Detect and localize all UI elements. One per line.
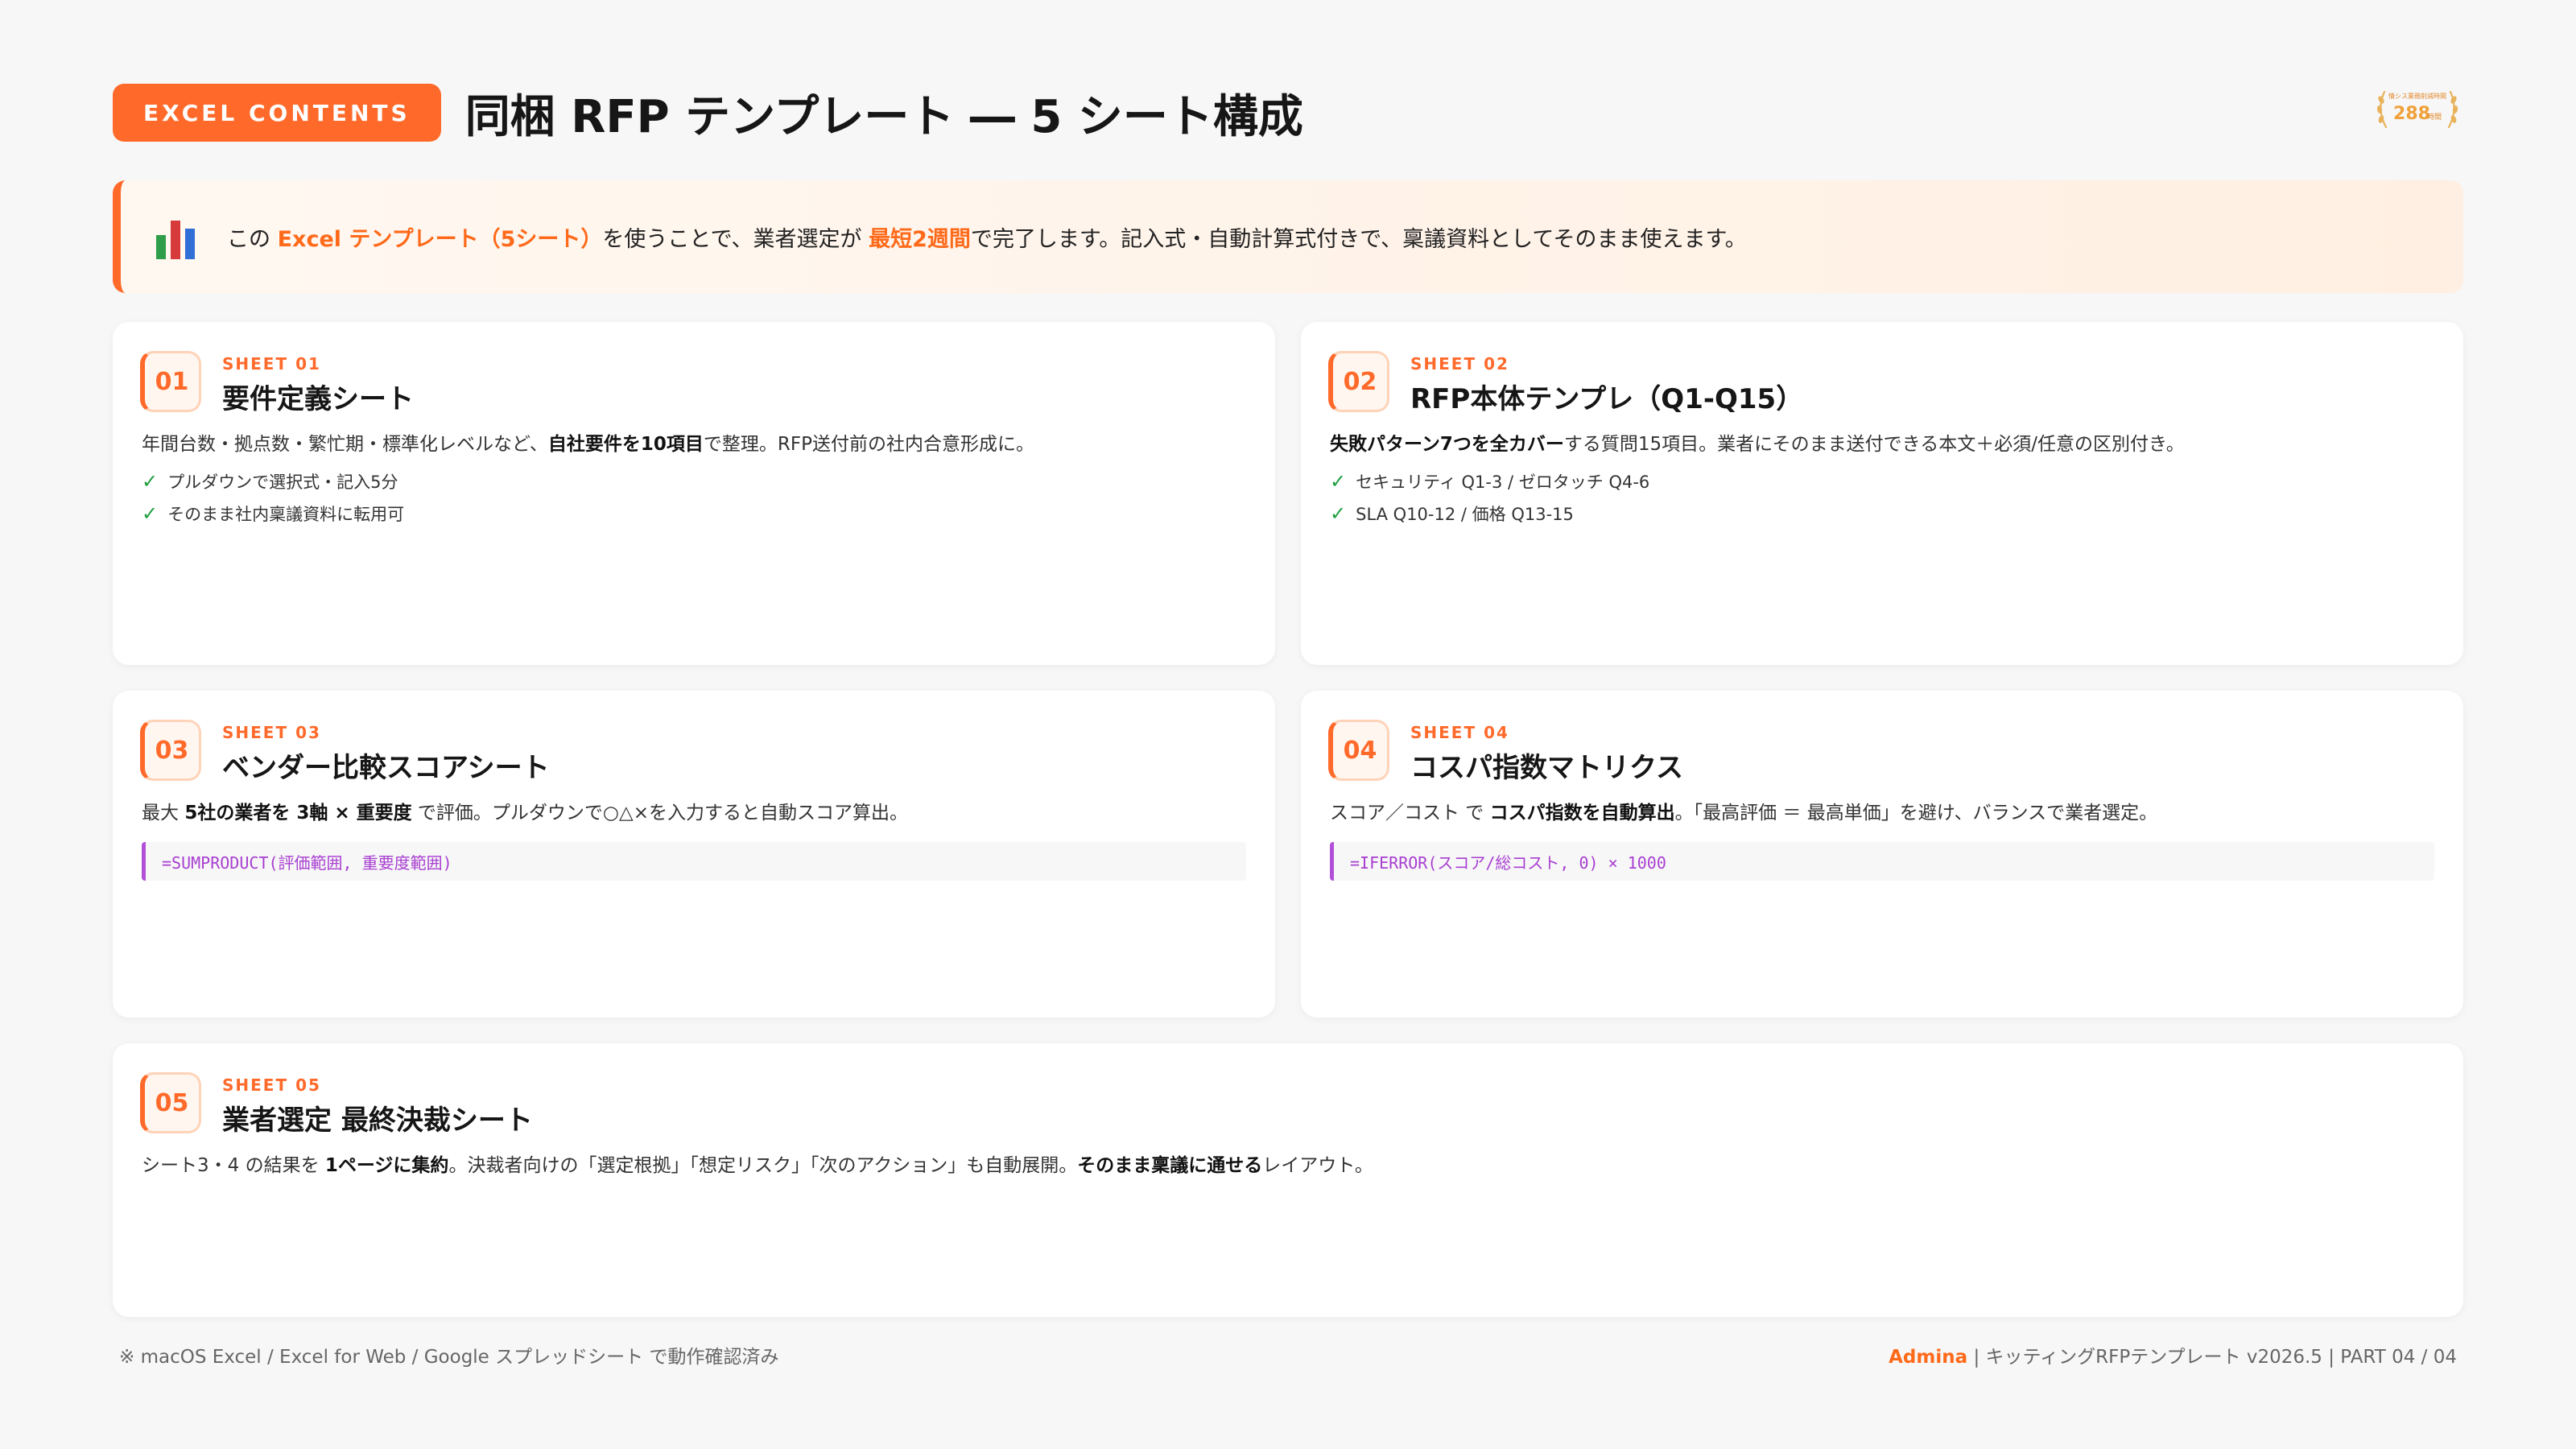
- page-title: 同梱 RFP テンプレート ― 5 シート構成: [464, 90, 1303, 143]
- sheet-label: SHEET 04: [1410, 723, 1509, 742]
- sheet-card-04: 04 SHEET 04 コスパ指数マトリクス スコア／コスト で コスパ指数を自…: [1301, 691, 2463, 1018]
- sheet-label: SHEET 01: [222, 354, 321, 374]
- check-icon: ✓: [1330, 502, 1347, 525]
- sheet-description: 最大 5社の業者を 3軸 × 重要度 で評価。プルダウンで○△×を入力すると自動…: [142, 803, 908, 824]
- bar-chart-icon: [156, 214, 198, 259]
- sheet-description: 失敗パターン7つを全カバーする質問15項目。業者にそのまま送付できる本文＋必須/…: [1330, 434, 2185, 455]
- award-badge-icon: 情シス業務削減時間 288 時間: [2376, 90, 2458, 129]
- sheet-title: 要件定義シート: [222, 383, 414, 415]
- sheet-title: コスパ指数マトリクス: [1410, 752, 1683, 784]
- callout-highlight-template: Excel テンプレート（5シート）: [277, 226, 603, 252]
- badge-caption: 情シス業務削減時間: [2388, 92, 2446, 100]
- check-icon: ✓: [1330, 470, 1347, 493]
- sheet-card-05: 05 SHEET 05 業者選定 最終決裁シート シート3・4 の結果を 1ペー…: [113, 1043, 2463, 1317]
- sheet-description: スコア／コスト で コスパ指数を自動算出。「最高評価 ＝ 最高単価」を避け、バラ…: [1330, 803, 2158, 824]
- feature-item: ✓ そのまま社内稟議資料に転用可: [142, 502, 405, 525]
- sheet-number-badge: 02: [1328, 351, 1389, 412]
- footer-meta: Admina | キッティングRFPテンプレート v2026.5 | PART …: [1889, 1347, 2457, 1368]
- sheet-title: RFP本体テンプレ（Q1-Q15）: [1410, 383, 1804, 415]
- feature-list: ✓ プルダウンで選択式・記入5分 ✓ そのまま社内稟議資料に転用可: [142, 465, 404, 530]
- check-icon: ✓: [142, 502, 159, 525]
- feature-item: ✓ SLA Q10-12 / 価格 Q13-15: [1330, 502, 1574, 525]
- brand-name: Admina: [1889, 1347, 1968, 1368]
- callout-text: この Excel テンプレート（5シート）を使うことで、業者選定が 最短2週間で…: [227, 226, 1747, 252]
- sheet-label: SHEET 02: [1410, 354, 1509, 374]
- formula-snippet: =IFERROR(スコア/総コスト, 0) × 1000: [1330, 842, 2434, 881]
- sheet-description: 年間台数・拠点数・繁忙期・標準化レベルなど、自社要件を10項目で整理。RFP送付…: [142, 434, 1034, 455]
- badge-number: 288: [2393, 104, 2430, 124]
- feature-list: ✓ セキュリティ Q1-3 / ゼロタッチ Q4-6 ✓ SLA Q10-12 / …: [1330, 465, 1649, 530]
- formula-snippet: =SUMPRODUCT(評価範囲, 重要度範囲): [142, 842, 1246, 881]
- sheet-number-badge: 03: [140, 720, 201, 781]
- sheet-card-01: 01 SHEET 01 要件定義シート 年間台数・拠点数・繁忙期・標準化レベルな…: [113, 322, 1275, 665]
- sheet-number-badge: 01: [140, 351, 201, 412]
- sheet-description: シート3・4 の結果を 1ページに集約。決裁者向けの「選定根拠」「想定リスク」「…: [142, 1155, 1373, 1176]
- sheet-number-badge: 04: [1328, 720, 1389, 781]
- callout-highlight-duration: 最短2週間: [869, 226, 971, 252]
- feature-item: ✓ プルダウンで選択式・記入5分: [142, 470, 398, 493]
- sheet-card-02: 02 SHEET 02 RFP本体テンプレ（Q1-Q15） 失敗パターン7つを全…: [1301, 322, 2463, 665]
- sheet-card-03: 03 SHEET 03 ベンダー比較スコアシート 最大 5社の業者を 3軸 × …: [113, 691, 1275, 1018]
- header: EXCEL CONTENTS 同梱 RFP テンプレート ― 5 シート構成: [113, 84, 1303, 143]
- sheet-label: SHEET 03: [222, 723, 321, 742]
- summary-callout: この Excel テンプレート（5シート）を使うことで、業者選定が 最短2週間で…: [113, 180, 2463, 293]
- sheet-label: SHEET 05: [222, 1075, 321, 1095]
- feature-item: ✓ セキュリティ Q1-3 / ゼロタッチ Q4-6: [1330, 470, 1650, 493]
- badge-unit: 時間: [2427, 113, 2442, 122]
- check-icon: ✓: [142, 470, 159, 493]
- sheet-title: 業者選定 最終決裁シート: [222, 1104, 533, 1137]
- section-pill: EXCEL CONTENTS: [113, 84, 441, 142]
- sheet-number-badge: 05: [140, 1072, 201, 1133]
- sheet-title: ベンダー比較スコアシート: [222, 752, 550, 784]
- compatibility-note: ※ macOS Excel / Excel for Web / Google ス…: [119, 1347, 779, 1368]
